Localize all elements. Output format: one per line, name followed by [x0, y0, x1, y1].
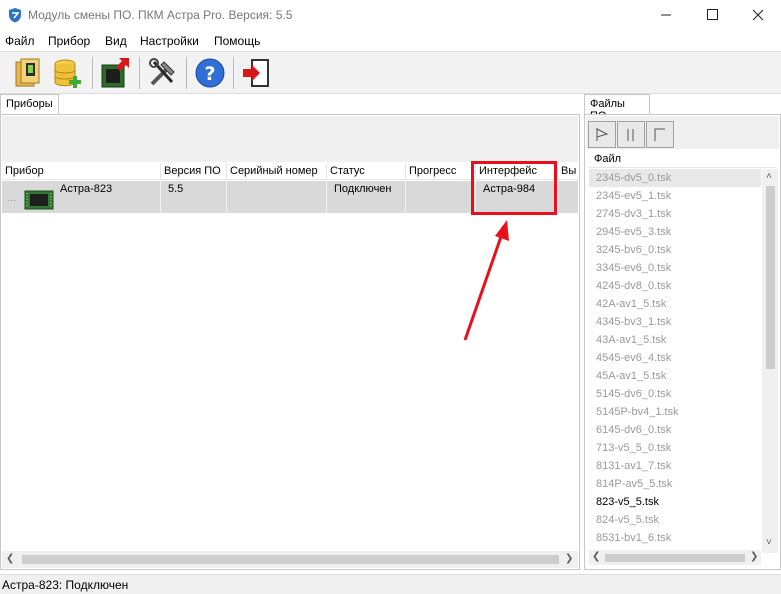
- help-button[interactable]: ?: [193, 56, 227, 90]
- toolbar-separator: [186, 57, 187, 89]
- file-list-item[interactable]: 4245-dv8_0.tsk: [589, 277, 761, 295]
- menu-bar: Файл Прибор Вид Настройки Помощь: [0, 31, 781, 51]
- add-database-icon: [54, 59, 81, 88]
- file-list-item[interactable]: 4545-ev6_4.tsk: [589, 349, 761, 367]
- file-list-item[interactable]: 45A-av1_5.tsk: [589, 367, 761, 385]
- file-list-item[interactable]: 2945-ev5_3.tsk: [589, 223, 761, 241]
- cell-serial: [227, 181, 327, 213]
- maximize-button[interactable]: [689, 0, 735, 30]
- files-toolbar: [586, 116, 779, 149]
- window-title: Модуль смены ПО. ПКМ Астра Pro. Версия: …: [28, 8, 293, 22]
- file-list-item[interactable]: 2345-ev5_1.tsk: [589, 187, 761, 205]
- scroll-left-icon[interactable]: ❮: [6, 553, 14, 564]
- column-serial[interactable]: Серийный номер: [227, 163, 327, 180]
- files-horizontal-scrollbar[interactable]: ❮ ❯: [589, 550, 761, 565]
- scroll-thumb[interactable]: [22, 555, 559, 564]
- status-bar: Астра-823: Подключен: [0, 574, 781, 594]
- device-board-icon: [24, 190, 54, 210]
- column-device[interactable]: Прибор: [2, 163, 161, 180]
- open-device-icon: [15, 58, 40, 87]
- file-list-item[interactable]: 6145-dv6_0.tsk: [589, 421, 761, 439]
- column-progress[interactable]: Прогресс: [406, 163, 476, 180]
- scroll-right-icon[interactable]: ❯: [565, 553, 573, 564]
- files-vertical-scrollbar[interactable]: ˄ ˅: [762, 169, 778, 553]
- svg-text:?: ?: [204, 63, 215, 85]
- status-text: Астра-823: Подключен: [2, 578, 129, 592]
- toolbar-separator: [233, 57, 234, 89]
- file-list-item[interactable]: 4345-bv3_1.tsk: [589, 313, 761, 331]
- pause-button[interactable]: [617, 121, 645, 148]
- exit-icon: [243, 59, 269, 87]
- scroll-up-icon[interactable]: ˄: [766, 171, 772, 182]
- file-list-item[interactable]: 8531-bv1_6.tsk: [589, 529, 761, 547]
- tree-dots: ···: [7, 195, 16, 205]
- corner-icon: [654, 128, 665, 141]
- toolbar-separator: [92, 57, 93, 89]
- file-list-item[interactable]: 42A-av1_5.tsk: [589, 295, 761, 313]
- flag-icon: [596, 128, 609, 141]
- tab-firmware-files[interactable]: Файлы ПО: [584, 94, 650, 122]
- open-device-button[interactable]: [12, 56, 46, 90]
- files-list: 2345-dv5_0.tsk 2345-ev5_1.tsk 2745-dv3_1.t…: [589, 169, 761, 547]
- highlight-box: [471, 161, 557, 215]
- menu-file[interactable]: Файл: [5, 34, 35, 48]
- sort-first-button[interactable]: [588, 121, 616, 148]
- file-list-item[interactable]: 814P-av5_5.tsk: [589, 475, 761, 493]
- annotation-arrow-icon: [463, 220, 509, 341]
- tools-icon: [149, 58, 175, 86]
- menu-settings[interactable]: Настройки: [140, 34, 199, 48]
- minimize-icon: [661, 14, 671, 16]
- menu-help[interactable]: Помощь: [214, 34, 260, 48]
- pause-icon: [627, 129, 634, 141]
- tab-devices[interactable]: Приборы: [0, 94, 59, 115]
- menu-view[interactable]: Вид: [105, 34, 127, 48]
- file-list-item[interactable]: 2345-dv5_0.tsk: [589, 169, 761, 187]
- cell-progress: [406, 181, 476, 213]
- file-list-item[interactable]: 8131-av1_7.tsk: [589, 457, 761, 475]
- toolbar: ?: [0, 51, 781, 94]
- column-version[interactable]: Версия ПО: [161, 163, 227, 180]
- devices-toolbar-strip: [2, 116, 578, 162]
- minimize-button[interactable]: [643, 0, 689, 30]
- cell-status: Подключен: [327, 181, 406, 213]
- horizontal-scrollbar[interactable]: ❮ ❯: [2, 551, 578, 568]
- cell-version: 5.5: [161, 181, 227, 213]
- add-database-button[interactable]: [52, 56, 86, 90]
- column-extra[interactable]: Вы: [558, 163, 578, 180]
- menu-device[interactable]: Прибор: [48, 34, 90, 48]
- flash-firmware-button[interactable]: [99, 56, 133, 90]
- exit-button[interactable]: [240, 56, 274, 90]
- help-icon: ?: [195, 58, 225, 88]
- title-bar: Модуль смены ПО. ПКМ Астра Pro. Версия: …: [0, 0, 781, 30]
- sort-last-button[interactable]: [646, 121, 674, 148]
- file-list-item[interactable]: 2745-dv3_1.tsk: [589, 205, 761, 223]
- scroll-left-icon[interactable]: ❮: [592, 551, 600, 562]
- files-header[interactable]: Файл: [589, 151, 776, 168]
- scroll-down-icon[interactable]: ˅: [766, 537, 772, 548]
- close-button[interactable]: [735, 0, 781, 30]
- file-list-item[interactable]: 3345-ev6_0.tsk: [589, 259, 761, 277]
- file-list-item[interactable]: 823-v5_5.tsk: [589, 493, 761, 511]
- flash-chip-icon: [101, 58, 129, 88]
- settings-tools-button[interactable]: [146, 56, 180, 90]
- scroll-thumb[interactable]: [766, 186, 775, 369]
- scroll-thumb[interactable]: [605, 554, 745, 562]
- file-list-item[interactable]: 3245-bv6_0.tsk: [589, 241, 761, 259]
- file-list-item[interactable]: 5145P-bv4_1.tsk: [589, 403, 761, 421]
- close-icon: [752, 9, 764, 21]
- maximize-icon: [707, 9, 718, 20]
- scroll-right-icon[interactable]: ❯: [750, 551, 758, 562]
- tab-devices-label: Приборы: [6, 98, 53, 110]
- toolbar-separator: [139, 57, 140, 89]
- cell-device: Астра-823: [54, 181, 161, 213]
- file-list-item[interactable]: 824-v5_5.tsk: [589, 511, 761, 529]
- file-list-item[interactable]: 43A-av1_5.tsk: [589, 331, 761, 349]
- column-status[interactable]: Статус: [327, 163, 406, 180]
- file-list-item[interactable]: 713-v5_5_0.tsk: [589, 439, 761, 457]
- shield-icon: [9, 8, 21, 23]
- file-list-item[interactable]: 5145-dv6_0.tsk: [589, 385, 761, 403]
- firmware-files-panel: Файл 2345-dv5_0.tsk 2345-ev5_1.tsk 2745-dv…: [584, 114, 781, 570]
